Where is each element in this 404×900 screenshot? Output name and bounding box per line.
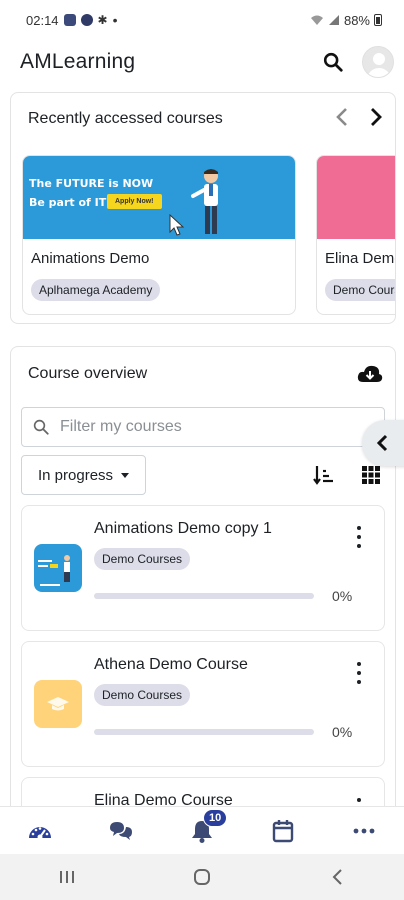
settings-notification-icon: ✱ bbox=[97, 13, 108, 27]
block-drawer-toggle[interactable] bbox=[362, 420, 404, 466]
banner-apply-label: Apply Now! bbox=[107, 194, 162, 209]
sort-icon[interactable] bbox=[313, 464, 335, 486]
tab-more[interactable] bbox=[334, 828, 394, 834]
back-icon bbox=[332, 869, 342, 885]
wifi-icon bbox=[310, 15, 323, 25]
recent-courses-header: Recently accessed courses bbox=[11, 93, 395, 145]
recent-course-tile[interactable]: The FUTURE is NOW Be part of IT and Appl… bbox=[22, 155, 296, 315]
grid-view-icon[interactable] bbox=[361, 465, 381, 485]
home-icon bbox=[193, 869, 210, 885]
battery-percent: 88% bbox=[343, 12, 370, 28]
app-title: AMLearning bbox=[20, 50, 136, 73]
grouping-dropdown-value: In progress bbox=[38, 466, 114, 484]
tab-calendar[interactable] bbox=[253, 819, 313, 843]
messages-icon bbox=[110, 821, 133, 840]
app-header: AMLearning bbox=[0, 40, 404, 84]
status-right: 88% bbox=[310, 13, 382, 28]
status-time: 02:14 bbox=[26, 12, 59, 28]
person-illustration-icon bbox=[191, 169, 218, 234]
status-left: 02:14 ✱ • bbox=[26, 13, 118, 28]
search-icon bbox=[33, 419, 49, 435]
course-progress-label: 0% bbox=[332, 588, 353, 604]
carousel-prev-button[interactable] bbox=[335, 107, 349, 131]
grouping-dropdown[interactable]: In progress bbox=[21, 455, 147, 495]
bottom-tab-bar: 10 bbox=[0, 806, 404, 854]
course-options-icon[interactable] bbox=[356, 526, 362, 548]
course-category-badge: Demo Courses bbox=[94, 548, 191, 570]
more-notifications-icon: • bbox=[112, 12, 118, 28]
calendar-icon bbox=[272, 819, 293, 842]
recent-courses-card: Recently accessed courses The FUTURE is … bbox=[10, 92, 396, 324]
notification-count-badge: 10 bbox=[202, 808, 228, 827]
battery-icon bbox=[374, 14, 382, 26]
view-controls bbox=[313, 464, 385, 486]
course-banner-image: The FUTURE is NOW Be part of IT and Appl… bbox=[23, 156, 295, 239]
tab-dashboard[interactable] bbox=[10, 820, 70, 842]
recent-course-name: Animations Demo bbox=[31, 250, 150, 267]
chevron-left-icon bbox=[336, 108, 347, 126]
filter-courses-input[interactable] bbox=[60, 418, 360, 436]
banner-headline: The FUTURE is NOW bbox=[29, 177, 154, 190]
recent-courses-title: Recently accessed courses bbox=[28, 110, 223, 127]
course-list-item[interactable]: Athena Demo Course Demo Courses 0% bbox=[21, 641, 385, 767]
home-button[interactable] bbox=[172, 868, 232, 886]
app-notification-icon bbox=[80, 14, 93, 26]
system-nav-bar bbox=[0, 854, 404, 900]
cursor-icon bbox=[169, 214, 185, 236]
filter-courses-field[interactable] bbox=[21, 407, 385, 447]
more-icon bbox=[353, 828, 374, 833]
recent-apps-icon bbox=[60, 871, 75, 883]
carousel-next-button[interactable] bbox=[369, 107, 383, 131]
course-thumbnail bbox=[34, 544, 82, 592]
course-thumbnail-image bbox=[38, 555, 70, 586]
status-bar: 02:14 ✱ • 88% bbox=[0, 0, 404, 40]
course-progress-label: 0% bbox=[332, 724, 353, 740]
course-options-icon[interactable] bbox=[356, 662, 362, 684]
course-progress-bar bbox=[94, 729, 314, 735]
course-overview-header: Course overview bbox=[11, 347, 395, 401]
course-overview-title: Course overview bbox=[28, 365, 148, 382]
user-avatar[interactable] bbox=[362, 46, 394, 78]
caret-down-icon bbox=[121, 472, 130, 478]
course-category-badge: Demo Courses bbox=[94, 684, 191, 706]
recent-apps-button[interactable] bbox=[37, 869, 97, 885]
carousel-nav bbox=[335, 107, 383, 131]
tab-messages[interactable] bbox=[91, 820, 151, 842]
chevron-left-icon bbox=[376, 434, 388, 452]
chevron-right-icon bbox=[371, 108, 382, 126]
course-thumbnail bbox=[34, 680, 82, 728]
header-actions bbox=[322, 46, 394, 78]
search-icon[interactable] bbox=[322, 51, 344, 73]
course-banner-image bbox=[317, 156, 395, 239]
cloud-download-icon[interactable] bbox=[357, 364, 383, 384]
course-category-badge: Demo Courses bbox=[325, 279, 395, 301]
overview-controls: In progress bbox=[21, 455, 385, 495]
course-list-item[interactable]: Animations Demo copy 1 Demo Courses 0% bbox=[21, 505, 385, 631]
course-overview-card: Course overview In progress bbox=[10, 346, 396, 816]
course-name[interactable]: Athena Demo Course bbox=[94, 656, 248, 674]
course-category-badge: Aplhamega Academy bbox=[31, 279, 161, 301]
tab-notifications[interactable]: 10 bbox=[172, 808, 232, 843]
signal-icon bbox=[328, 15, 339, 25]
course-name[interactable]: Animations Demo copy 1 bbox=[94, 520, 272, 538]
recent-course-name: Elina Demo Course bbox=[325, 250, 395, 267]
graduation-cap-icon bbox=[47, 697, 69, 711]
message-notification-icon bbox=[63, 14, 76, 26]
back-button[interactable] bbox=[307, 868, 367, 886]
dashboard-icon bbox=[29, 826, 52, 839]
course-progress-bar bbox=[94, 593, 314, 599]
recent-course-tile[interactable]: Elina Demo Course Demo Courses bbox=[316, 155, 395, 315]
